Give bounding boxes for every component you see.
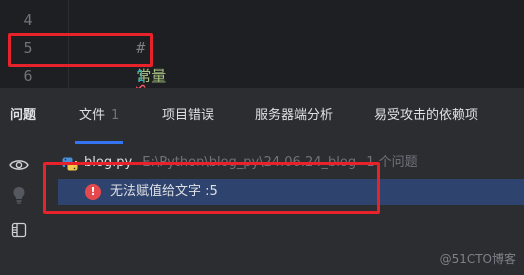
watermark: @51CTO博客 (439, 252, 516, 266)
tab-label: 文件 (79, 108, 106, 123)
code-editor[interactable]: 4 # 常量 5 1 = 2 6 (0, 0, 524, 141)
problems-panel: 问题 文件 1 项目错误 服务器端分析 易受攻击的依赖项 blog.py E:\… (0, 88, 524, 275)
panel-layout-icon[interactable] (9, 220, 29, 240)
tab-server-analysis[interactable]: 服务器端分析 (255, 88, 333, 144)
tab-file[interactable]: 文件 1 (74, 88, 124, 144)
bulb-icon[interactable] (9, 185, 29, 205)
eye-icon[interactable] (9, 155, 29, 175)
code-line-4[interactable]: 4 # 常量 (0, 6, 524, 85)
tab-project-errors[interactable]: 项目错误 (162, 88, 214, 144)
line-number: 4 (23, 11, 33, 29)
panel-title: 问题 (10, 108, 37, 123)
highlight-box-code (8, 33, 153, 67)
problems-tabbar: 问题 文件 1 项目错误 服务器端分析 易受攻击的依赖项 (0, 88, 524, 144)
tab-vulnerable-dependencies[interactable]: 易受攻击的依赖项 (374, 88, 478, 144)
highlight-box-issue (43, 162, 380, 214)
tab-count-badge: 1 (111, 108, 120, 123)
